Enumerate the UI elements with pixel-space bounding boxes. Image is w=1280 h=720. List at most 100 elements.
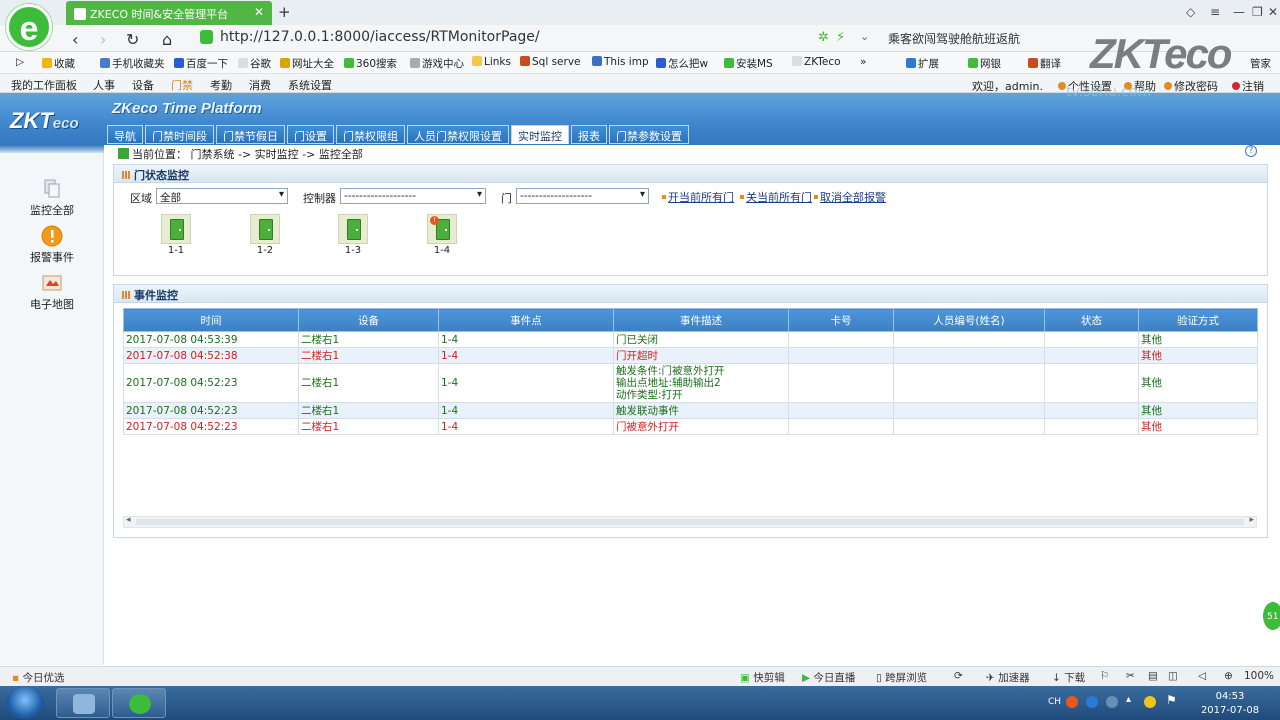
floating-speed-ball[interactable]: 51 — [1261, 600, 1280, 632]
change-password-link[interactable]: 修改密码 — [1164, 78, 1218, 94]
tab-access-holidays[interactable]: 门禁节假日 — [216, 125, 285, 144]
menu-workbench[interactable]: 我的工作面板 — [11, 77, 77, 93]
door-select[interactable]: ------------------- — [516, 188, 649, 204]
minimize-icon[interactable]: — — [1233, 5, 1245, 19]
bookmark-item[interactable]: 网址大全 — [280, 56, 334, 71]
sidebar-item-alarm-events[interactable]: 报警事件 — [0, 225, 104, 265]
close-window-icon[interactable]: ✕ — [1268, 5, 1278, 19]
sidebar-toggle-icon[interactable]: ▷ — [16, 56, 24, 68]
scroll-right-icon[interactable]: ▸ — [1249, 515, 1254, 525]
table-row[interactable]: 2017-07-08 04:52:23 二楼右1 1-4 触发联动事件 其他 — [123, 402, 1258, 419]
extensions-item[interactable]: 扩展 — [906, 56, 939, 71]
menu-access-control[interactable]: 门禁 — [171, 77, 193, 93]
sidebar-item-monitor-all[interactable]: 监控全部 — [0, 178, 104, 218]
compat-mode-icon[interactable]: ✲ — [818, 30, 829, 45]
table-row[interactable]: 2017-07-08 04:52:23 二楼右1 1-4 触发条件:门被意外打开 输出… — [123, 363, 1258, 403]
dropdown-chevron-icon[interactable]: ⌄ — [860, 30, 869, 43]
back-icon[interactable]: ‹ — [72, 30, 78, 49]
maximize-icon[interactable]: ❐ — [1252, 5, 1263, 19]
door-1-3[interactable]: 1-3 — [336, 214, 370, 256]
netbank-item[interactable]: 网银 — [968, 56, 1001, 71]
door-1-1[interactable]: 1-1 — [159, 214, 193, 256]
table-row[interactable]: 2017-07-08 04:53:39 二楼右1 1-4 门已关闭 其他 — [123, 331, 1258, 348]
column-header[interactable]: 事件描述 — [613, 308, 789, 332]
home-icon[interactable]: ⌂ — [162, 30, 172, 49]
menu-system-settings[interactable]: 系统设置 — [288, 77, 332, 93]
tab-personnel-access-settings[interactable]: 人员门禁权限设置 — [407, 125, 509, 144]
url-field[interactable]: http://127.0.0.1:8000/iaccess/RTMonitorP… — [196, 28, 810, 48]
tab-door-settings[interactable]: 门设置 — [287, 125, 334, 144]
column-header[interactable]: 验证方式 — [1138, 308, 1258, 332]
tab-access-parameters[interactable]: 门禁参数设置 — [609, 125, 689, 144]
table-row[interactable]: 2017-07-08 04:52:23 二楼右1 1-4 门被意外打开 其他 — [123, 418, 1258, 435]
open-all-doors-link[interactable]: 开当前所有门 — [662, 189, 734, 205]
zoom-icon[interactable]: ⊕ — [1224, 670, 1233, 682]
tab-realtime-monitor[interactable]: 实时监控 — [511, 125, 569, 144]
close-all-doors-link[interactable]: 关当前所有门 — [740, 189, 812, 205]
tab-reports[interactable]: 报表 — [571, 125, 607, 144]
bookmark-item[interactable]: ZKTeco — [792, 56, 841, 68]
bookmark-item[interactable]: 游戏中心 — [410, 56, 464, 71]
horizontal-scrollbar[interactable]: ◂ ▸ — [123, 515, 1257, 528]
translate-item[interactable]: 翻译 — [1028, 56, 1061, 71]
search-suggestion[interactable]: 乘客欲闯驾驶舱航班返航 — [888, 30, 1020, 47]
menu-attendance[interactable]: 考勤 — [210, 77, 232, 93]
help-tray-icon[interactable] — [1086, 696, 1098, 708]
menu-consumption[interactable]: 消费 — [249, 77, 271, 93]
taskbar-app-browser[interactable] — [112, 688, 166, 718]
taskbar-clock[interactable]: 04:53 2017-07-08 — [1197, 690, 1263, 718]
tray-expand-icon[interactable]: ▴ — [1126, 694, 1131, 705]
bookmark-item[interactable]: Links — [472, 56, 511, 68]
bookmark-item[interactable]: This imp — [592, 56, 649, 68]
more-bookmarks-icon[interactable]: » — [860, 56, 866, 68]
bookmark-item[interactable]: 百度一下 — [174, 56, 228, 71]
flag-tray-icon[interactable]: ⚑ — [1166, 693, 1177, 707]
accelerator[interactable]: ✈ 加速器 — [986, 670, 1030, 685]
door-1-4[interactable]: ! 1-4 — [425, 214, 459, 256]
cancel-all-alarms-link[interactable]: 取消全部报警 — [814, 189, 886, 205]
input-language[interactable]: CH — [1048, 697, 1061, 707]
reload-icon[interactable]: ↻ — [126, 30, 139, 49]
tab-access-time-zones[interactable]: 门禁时间段 — [145, 125, 214, 144]
cross-screen[interactable]: ▯ 跨屏浏览 — [876, 670, 927, 685]
bookmark-item[interactable]: Sql serve — [520, 56, 581, 68]
bookmark-item[interactable]: 谷歌 — [238, 56, 271, 71]
devtools-icon[interactable]: ⚐ — [1100, 670, 1109, 682]
browser-tab[interactable]: ZKECO 时间&安全管理平台 ✕ — [66, 1, 272, 25]
quick-clip[interactable]: ▣ 快剪辑 — [740, 670, 785, 685]
tab-access-levels[interactable]: 门禁权限组 — [336, 125, 405, 144]
column-header[interactable]: 卡号 — [788, 308, 894, 332]
bookmark-item[interactable]: 手机收藏夹 — [100, 56, 165, 71]
help-icon[interactable]: ? — [1245, 145, 1257, 157]
sidebar-item-emap[interactable]: 电子地图 — [0, 272, 104, 312]
zoom-level[interactable]: 100% — [1244, 670, 1274, 682]
cut-icon[interactable]: ✂ — [1126, 670, 1135, 682]
bookmark-item[interactable]: 怎么把w — [656, 56, 708, 71]
bookmark-item[interactable]: 收藏 — [42, 56, 75, 71]
table-row[interactable]: 2017-07-08 04:52:38 二楼右1 1-4 门开超时 其他 — [123, 347, 1258, 364]
column-header[interactable]: 设备 — [298, 308, 439, 332]
page-icon[interactable]: ▤ — [1148, 670, 1158, 682]
speed-mode-icon[interactable]: ⚡ — [836, 30, 845, 45]
start-button[interactable] — [6, 687, 44, 719]
tab-close-icon[interactable]: ✕ — [254, 5, 264, 19]
door-1-2[interactable]: 1-2 — [248, 214, 282, 256]
bookmark-item[interactable]: 360搜索 — [344, 56, 397, 71]
refresh-status-icon[interactable]: ⟳ — [954, 670, 963, 682]
window-icon[interactable]: ◫ — [1168, 670, 1178, 682]
column-header[interactable]: 人员编号(姓名) — [893, 308, 1045, 332]
scroll-left-icon[interactable]: ◂ — [126, 515, 131, 525]
scroll-thumb[interactable] — [136, 519, 1244, 525]
downloads[interactable]: ↓ 下载 — [1052, 670, 1085, 685]
sogou-ime-icon[interactable] — [1066, 696, 1078, 708]
keyboard-tray-icon[interactable] — [1106, 696, 1118, 708]
area-select[interactable]: 全部 — [156, 188, 288, 204]
new-tab-button[interactable]: + — [278, 3, 291, 21]
skin-icon[interactable]: ◇ — [1186, 5, 1195, 19]
menu-personnel[interactable]: 人事 — [93, 77, 115, 93]
bookmark-item[interactable]: 安装MS — [724, 56, 773, 71]
menu-icon[interactable]: ≡ — [1210, 5, 1220, 19]
column-header[interactable]: 状态 — [1044, 308, 1139, 332]
menu-device[interactable]: 设备 — [132, 77, 154, 93]
network-tray-icon[interactable] — [1144, 696, 1156, 708]
